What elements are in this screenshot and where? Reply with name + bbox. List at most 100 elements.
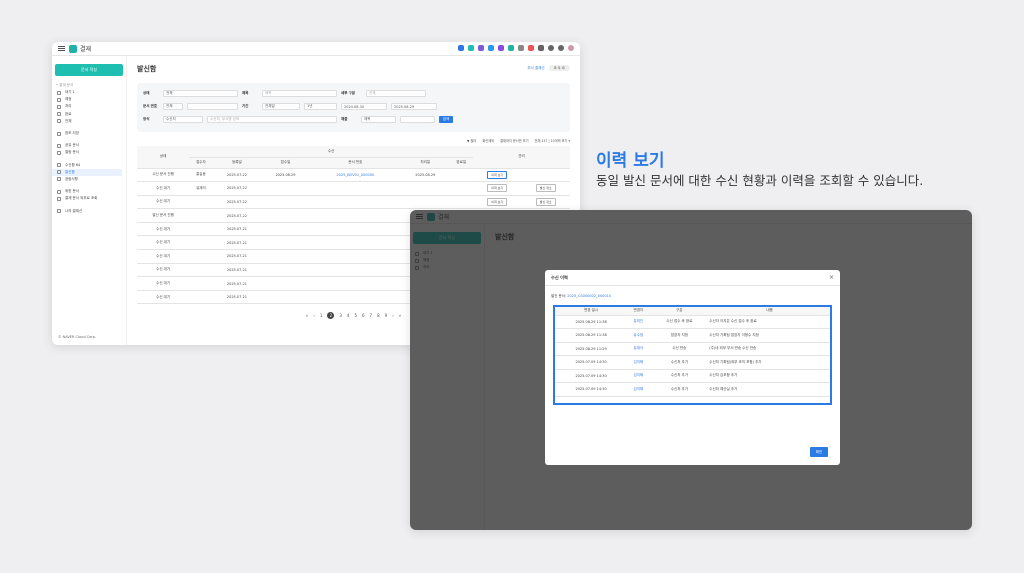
history-cell-u[interactable]: 유미진 [627, 315, 650, 329]
history-button[interactable]: 이력 보기 [487, 197, 508, 206]
history-row: 2025.07.09 14:30 김지혜 수신처 추가 수신처 기획팀(외부 조직 포… [555, 355, 830, 370]
sidebar-item[interactable]: 전체 [52, 118, 126, 125]
sidebar-item[interactable]: 처리 [52, 103, 126, 110]
footer: © NAVER Cloud Corp. [58, 335, 97, 339]
option-checkbox[interactable]: 결재하지 문서만 보기 [500, 138, 528, 143]
history-cell-u[interactable]: 김지혜 [627, 369, 650, 383]
history-cell-c: 수신처 기획팀 접장자 이형수 지정 [709, 328, 830, 343]
page-link[interactable]: 6 [362, 313, 365, 318]
drive-icon[interactable] [488, 45, 494, 51]
org-icon[interactable] [538, 45, 544, 51]
history-cell-u[interactable]: 김지혜 [627, 355, 650, 370]
home-icon[interactable] [458, 45, 464, 51]
table-row[interactable]: 수신 대기 2025.07.22 이력 보기 발신 취소 [137, 195, 570, 210]
contact-icon[interactable] [498, 45, 504, 51]
page-size-select[interactable]: 전체 137 | 10개씩 보기 ▾ [535, 138, 570, 143]
avatar[interactable] [568, 45, 574, 51]
cell-done [449, 195, 473, 210]
page-actions: 부서 결재선 ⚙ ⇅ ⚙ [527, 65, 570, 71]
form-select[interactable]: 수신처 [163, 116, 203, 123]
close-icon[interactable]: × [829, 274, 834, 281]
approval-icon[interactable] [508, 45, 514, 51]
sidebar-item[interactable]: 대기 1 [52, 89, 126, 96]
sidebar-item-outbox[interactable]: 발신함 [52, 168, 122, 176]
history-cell-u[interactable]: 유재석 [627, 342, 650, 356]
doc-number[interactable]: 2025_CS000002_000010 [567, 294, 611, 298]
line-icon [57, 209, 61, 214]
mail-icon[interactable] [468, 45, 474, 51]
write-doc-button[interactable]: 문서 작성 [55, 64, 123, 76]
sidebar-item[interactable]: 참조 저장 [52, 130, 126, 137]
help-icon[interactable] [548, 45, 554, 51]
sidebar-item[interactable]: 예정 [52, 96, 126, 103]
approval-line-link[interactable]: 부서 결재선 [527, 66, 544, 71]
history-cell-c: 수신처 기획팀(외부 조직 포함) 추가 [709, 355, 830, 370]
page-link[interactable]: 7 [370, 313, 373, 318]
settings-icon[interactable] [558, 45, 564, 51]
sidebar-item[interactable]: 열람 문서 [52, 149, 126, 156]
history-cell-u[interactable]: 유수정 [627, 328, 650, 343]
ref-select[interactable]: 제목 [361, 116, 396, 123]
search-button[interactable]: 검색 [439, 116, 453, 123]
docno-input[interactable] [187, 103, 238, 110]
page-link[interactable]: 8 [377, 313, 380, 318]
title-input[interactable]: 제목 [262, 90, 337, 97]
caption-title: 이력 보기 [596, 151, 665, 171]
bell-icon[interactable] [528, 45, 534, 51]
sidebar-item[interactable]: 결재 문서 외부로 조회 [52, 195, 126, 202]
period-select[interactable]: 전체일 [262, 103, 300, 110]
cell-n [309, 208, 401, 223]
page-link[interactable]: 1 [320, 313, 323, 318]
page-link[interactable]: 4 [347, 313, 350, 318]
option-checkbox[interactable]: 회신제외 [482, 138, 494, 143]
sidebar: 문서 작성 • 결재 문서 대기 1 예정 처리 완료 전체 참조 저장 공유 … [52, 56, 127, 345]
page-link[interactable]: 9 [385, 313, 388, 318]
page-link[interactable]: « [306, 313, 308, 318]
ref-input[interactable] [400, 116, 435, 123]
page-link[interactable]: » [399, 313, 401, 318]
page-link[interactable]: 5 [354, 313, 357, 318]
doc-icon [57, 189, 61, 194]
attr-select[interactable]: 전체 [366, 90, 426, 97]
cancel-send-button[interactable]: 발신 취소 [535, 184, 556, 193]
period-label: 기간 [242, 104, 249, 108]
history-row: 2025.08.29 11:38 유미진 수신 접수 후 완료 수신자 이지은 수신 … [555, 315, 830, 329]
table-row[interactable]: 수신 문서 진행 홍길동 2025.07.22 2025.08.29 2025_BOV0… [137, 168, 570, 183]
calendar-icon[interactable] [478, 45, 484, 51]
period2-select[interactable]: 1년 [304, 103, 337, 110]
start-date[interactable]: 2024.08.30 [341, 103, 387, 110]
form-input[interactable]: 수신처, 부서명 검색 [207, 116, 337, 123]
sidebar-item[interactable]: 공람사항 [52, 176, 126, 183]
cancel-send-button[interactable]: 발신 취소 [535, 197, 556, 206]
history-modal: 수신 이력 × 발신 문서: 2025_CS000002_000010 변경 일… [545, 270, 840, 465]
cell-s: 발신 문서 진행 [137, 208, 190, 223]
cell-n: 2025_BOV01_000000 [309, 168, 401, 183]
table-row[interactable]: 수신 대기 유재석 2025.07.22 이력 보기 발신 취소 [137, 181, 570, 196]
status-select[interactable]: 전체 [163, 90, 238, 97]
sidebar-item[interactable]: 완료 [52, 111, 126, 118]
status-label: 상태 [143, 91, 150, 95]
sidebar-item[interactable]: 나의 결재선 [52, 207, 126, 214]
page-link[interactable]: 2 [327, 312, 335, 320]
col-header: 처리일 [400, 157, 450, 169]
history-row: 2025.07.09 14:30 김지혜 수신처 추가 수신처 김포함 추가 [555, 369, 830, 383]
page-link[interactable]: ‹ [313, 313, 315, 318]
history-cell-c: 수신자 이지은 수신 접수 후 완료 [709, 315, 830, 329]
ok-button[interactable]: 확인 [810, 447, 828, 457]
cell-action: 이력 보기 [472, 195, 522, 210]
docno-select[interactable]: 전체 [163, 103, 183, 110]
sidebar-item[interactable]: 위한 문서 [52, 188, 126, 195]
page-link[interactable]: 3 [339, 313, 342, 318]
end-date[interactable]: 2025.08.29 [391, 103, 437, 110]
filter-button[interactable]: ▼ 필터 [467, 138, 476, 143]
history-button[interactable]: 이력 보기 [487, 184, 508, 193]
history-button[interactable]: 이력 보기 [487, 170, 508, 179]
history-cell-u[interactable]: 김지혜 [627, 382, 650, 397]
menu-icon[interactable] [58, 46, 65, 51]
page-link[interactable]: › [392, 313, 394, 318]
sidebar-item[interactable]: 수신함 64 [52, 162, 126, 169]
sidebar-item[interactable]: 공유 문서 [52, 142, 126, 149]
view-options[interactable]: ⚙ ⇅ ⚙ [548, 65, 570, 71]
apps-icon[interactable] [518, 45, 524, 51]
cell-n [309, 235, 401, 251]
